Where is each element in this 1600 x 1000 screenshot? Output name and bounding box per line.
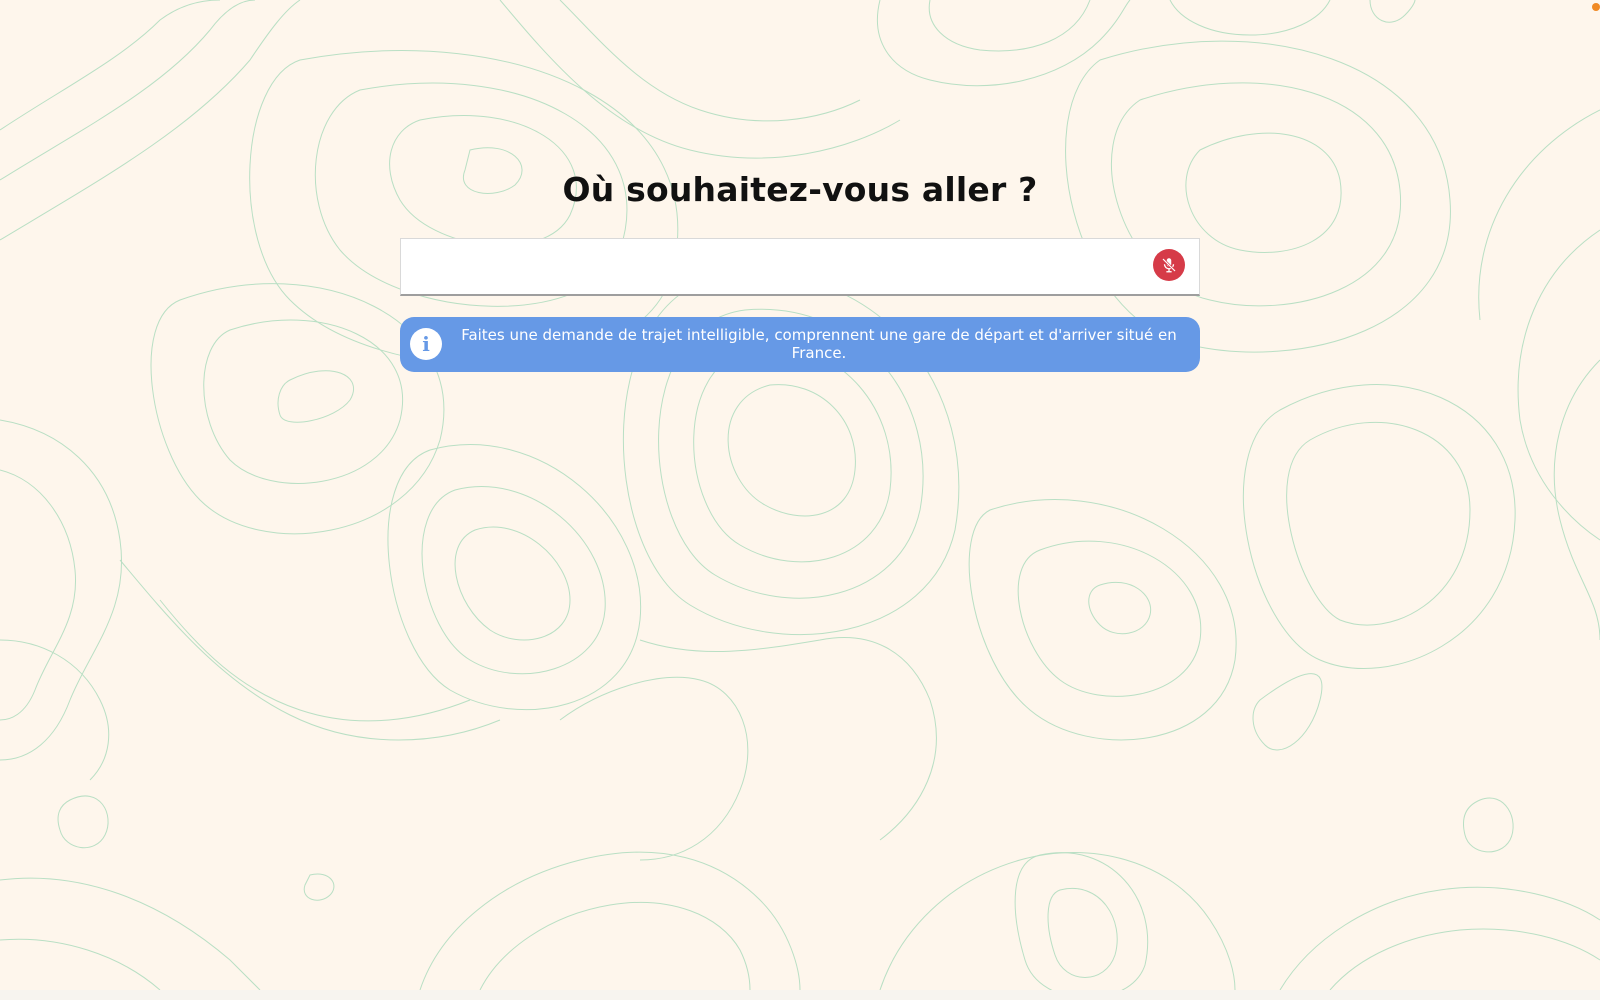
microphone-toggle-button[interactable] [1153, 249, 1185, 281]
search-box [400, 238, 1200, 296]
topographic-background [0, 0, 1600, 990]
info-icon: i [410, 328, 442, 360]
contour-lines [0, 0, 1600, 990]
page-title: Où souhaitez-vous aller ? [562, 170, 1038, 209]
bottom-strip [0, 990, 1600, 1000]
destination-search-input[interactable] [401, 239, 1131, 295]
microphone-off-icon [1162, 258, 1176, 273]
status-dot [1592, 3, 1600, 11]
info-banner: i Faites une demande de trajet intelligi… [400, 317, 1200, 372]
info-message: Faites une demande de trajet intelligibl… [461, 326, 1177, 362]
